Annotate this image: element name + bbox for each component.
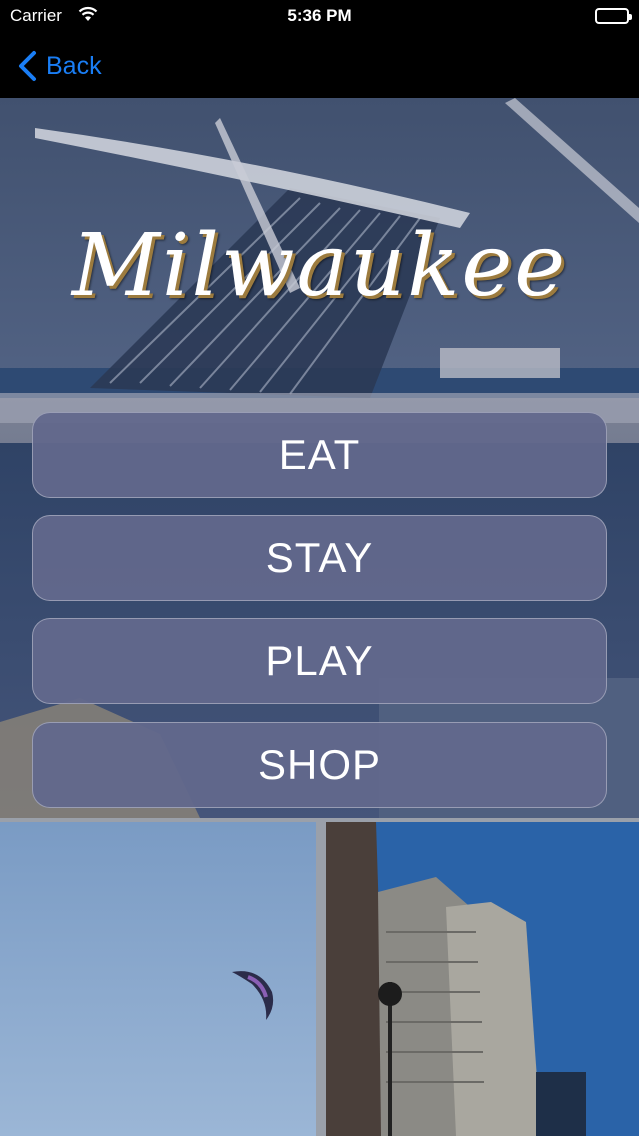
- page-title: Milwaukee: [71, 216, 568, 316]
- status-bar: Carrier 5:36 PM: [0, 0, 639, 34]
- back-label: Back: [46, 51, 102, 80]
- stay-button[interactable]: STAY: [32, 515, 607, 601]
- status-time: 5:36 PM: [287, 6, 352, 25]
- shop-button[interactable]: SHOP: [32, 722, 607, 808]
- back-button[interactable]: Back: [16, 48, 102, 84]
- chevron-left-icon: [19, 51, 36, 81]
- navigation-bar: Back: [0, 34, 639, 98]
- play-button[interactable]: PLAY: [32, 618, 607, 704]
- kite-photo: [0, 822, 316, 1136]
- eat-button[interactable]: EAT: [32, 412, 607, 498]
- battery-icon: [595, 8, 632, 24]
- city-photo: [326, 822, 639, 1136]
- photo-divider-vertical: [316, 822, 326, 1136]
